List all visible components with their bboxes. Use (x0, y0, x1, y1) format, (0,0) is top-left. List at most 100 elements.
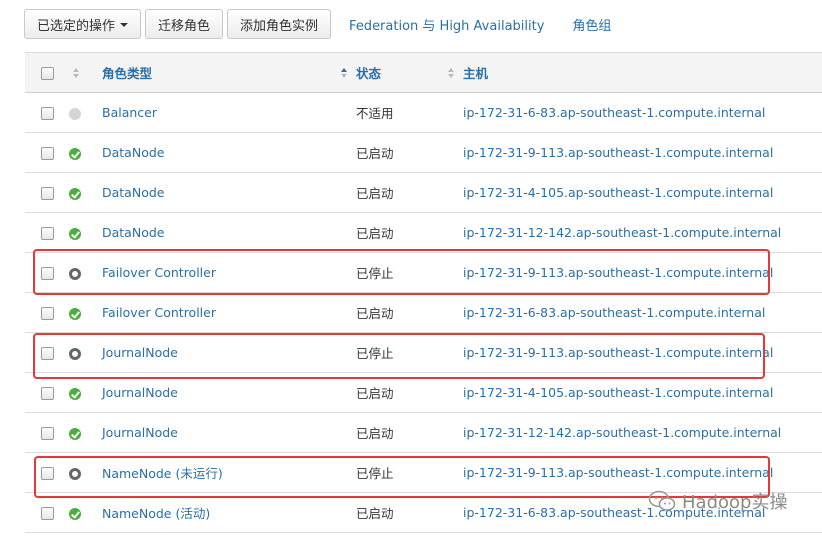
host-link[interactable]: ip-172-31-9-113.ap-southeast-1.compute.i… (463, 132, 822, 173)
status-stopped-icon (69, 267, 81, 280)
watermark: Hadoop实操 (648, 488, 787, 514)
table-row: DataNode 已启动 ip-172-31-9-113.ap-southeast-… (25, 132, 822, 173)
role-instances-table: 角色类型 状态 主机 Balancer 不适用 ip-172-31-6-83.ap-… (25, 52, 822, 533)
host-link[interactable]: ip-172-31-9-113.ap-southeast-1.compute.i… (463, 452, 822, 493)
row-checkbox[interactable] (40, 187, 54, 200)
row-status-cell (69, 452, 102, 493)
row-status-cell (69, 132, 102, 173)
select-all-checkbox[interactable] (40, 67, 54, 80)
row-checkbox[interactable] (40, 467, 54, 480)
table-row: JournalNode 已启动 ip-172-31-12-142.ap-southe… (25, 412, 822, 453)
role-type-link[interactable]: Balancer (102, 92, 356, 133)
row-checkbox-cell (25, 372, 69, 413)
status-good-icon (69, 147, 81, 160)
header-state-label: 状态 (356, 66, 382, 81)
role-state: 已停止 (356, 452, 463, 493)
row-checkbox[interactable] (40, 387, 54, 400)
host-link[interactable]: ip-172-31-12-142.ap-southeast-1.compute.… (463, 412, 822, 453)
status-good-icon (69, 307, 81, 320)
header-checkbox-cell (25, 52, 69, 93)
host-link[interactable]: ip-172-31-9-113.ap-southeast-1.compute.i… (463, 332, 822, 373)
role-state: 已启动 (356, 372, 463, 413)
selected-actions-label: 已选定的操作 (37, 18, 116, 34)
header-role-type-label: 角色类型 (102, 66, 153, 81)
host-link[interactable]: ip-172-31-6-83.ap-southeast-1.compute.in… (463, 292, 822, 333)
row-checkbox-cell (25, 132, 69, 173)
row-status-cell (69, 332, 102, 373)
role-type-link[interactable]: JournalNode (102, 332, 356, 373)
role-type-link[interactable]: DataNode (102, 172, 356, 213)
role-state: 已停止 (356, 332, 463, 373)
role-groups-link[interactable]: 角色组 (572, 15, 611, 34)
host-link[interactable]: ip-172-31-12-142.ap-southeast-1.compute.… (463, 212, 822, 253)
role-type-link[interactable]: Failover Controller (102, 252, 356, 293)
row-checkbox-cell (25, 212, 69, 253)
sort-asc-icon (341, 68, 348, 79)
status-good-icon (69, 427, 81, 440)
migrate-role-button[interactable]: 迁移角色 (145, 9, 224, 39)
table-row: Failover Controller 已停止 ip-172-31-9-113.ap… (25, 252, 822, 293)
table-header-row: 角色类型 状态 主机 (25, 52, 822, 93)
row-status-cell (69, 492, 102, 533)
table-row: Failover Controller 已启动 ip-172-31-6-83.ap-… (25, 292, 822, 333)
status-stopped-icon (69, 347, 81, 360)
role-state: 已启动 (356, 492, 463, 533)
row-checkbox[interactable] (40, 347, 54, 360)
add-role-instance-button[interactable]: 添加角色实例 (227, 9, 332, 39)
header-state[interactable]: 状态 (356, 52, 463, 93)
row-checkbox-cell (25, 172, 69, 213)
status-good-icon (69, 187, 81, 200)
wechat-icon (648, 490, 676, 511)
role-type-link[interactable]: Failover Controller (102, 292, 356, 333)
sort-icon (448, 68, 455, 79)
header-role-type[interactable]: 角色类型 (102, 52, 356, 93)
row-status-cell (69, 252, 102, 293)
role-type-link[interactable]: JournalNode (102, 372, 356, 413)
row-checkbox[interactable] (40, 147, 54, 160)
role-type-link[interactable]: NameNode (活动) (102, 492, 356, 533)
host-link[interactable]: ip-172-31-6-83.ap-southeast-1.compute.in… (463, 92, 822, 133)
status-stopped-icon (69, 467, 81, 480)
role-state: 已启动 (356, 172, 463, 213)
row-checkbox-cell (25, 452, 69, 493)
row-checkbox[interactable] (40, 107, 54, 120)
role-type-link[interactable]: DataNode (102, 132, 356, 173)
row-checkbox-cell (25, 292, 69, 333)
federation-ha-link[interactable]: Federation 与 High Availability (349, 15, 544, 34)
role-type-link[interactable]: JournalNode (102, 412, 356, 453)
selected-actions-button[interactable]: 已选定的操作 (24, 9, 142, 39)
row-checkbox-cell (25, 332, 69, 373)
row-checkbox[interactable] (40, 227, 54, 240)
role-type-link[interactable]: NameNode (未运行) (102, 452, 356, 493)
table-row: NameNode (未运行) 已停止 ip-172-31-9-113.ap-sout… (25, 452, 822, 493)
role-state: 不适用 (356, 92, 463, 133)
row-checkbox-cell (25, 92, 69, 133)
table-row: DataNode 已启动 ip-172-31-4-105.ap-southeast-… (25, 172, 822, 213)
role-state: 已停止 (356, 252, 463, 293)
row-checkbox[interactable] (40, 267, 54, 280)
row-status-cell (69, 212, 102, 253)
table-row: JournalNode 已启动 ip-172-31-4-105.ap-southea… (25, 372, 822, 413)
role-state: 已启动 (356, 132, 463, 173)
row-status-cell (69, 412, 102, 453)
status-good-icon (69, 387, 81, 400)
role-state: 已启动 (356, 412, 463, 453)
row-checkbox[interactable] (40, 507, 54, 520)
row-checkbox-cell (25, 252, 69, 293)
row-checkbox-cell (25, 492, 69, 533)
row-checkbox[interactable] (40, 427, 54, 440)
host-link[interactable]: ip-172-31-4-105.ap-southeast-1.compute.i… (463, 372, 822, 413)
role-type-link[interactable]: DataNode (102, 212, 356, 253)
status-na-icon (69, 107, 81, 120)
toolbar: 已选定的操作 迁移角色 添加角色实例 Federation 与 High Ava… (24, 8, 625, 40)
table-row: Balancer 不适用 ip-172-31-6-83.ap-southeast-1… (25, 92, 822, 133)
header-host[interactable]: 主机 (463, 52, 822, 93)
row-status-cell (69, 372, 102, 413)
host-link[interactable]: ip-172-31-9-113.ap-southeast-1.compute.i… (463, 252, 822, 293)
table-row: JournalNode 已停止 ip-172-31-9-113.ap-southea… (25, 332, 822, 373)
table-row: DataNode 已启动 ip-172-31-12-142.ap-southeast… (25, 212, 822, 253)
table-body: Balancer 不适用 ip-172-31-6-83.ap-southeast-1… (25, 92, 822, 533)
header-status-cell[interactable] (69, 52, 102, 93)
host-link[interactable]: ip-172-31-4-105.ap-southeast-1.compute.i… (463, 172, 822, 213)
row-checkbox[interactable] (40, 307, 54, 320)
